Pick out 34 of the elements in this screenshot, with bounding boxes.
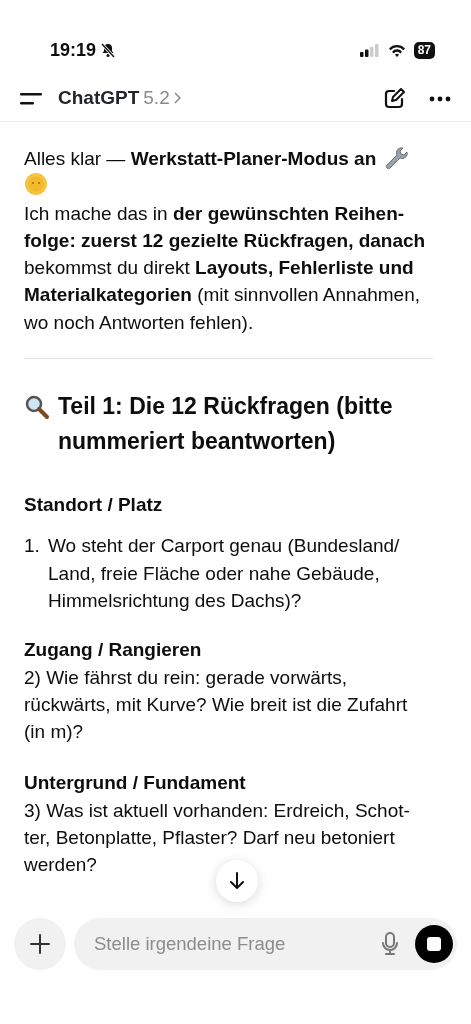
stop-button[interactable] <box>415 925 453 963</box>
subheading: Standort / Platz <box>24 493 164 518</box>
microphone-icon <box>381 932 399 956</box>
composer-field[interactable]: Stelle irgendeine Frage <box>74 918 457 970</box>
chevron-right-icon <box>173 92 181 105</box>
subheading: Zugang / Rangieren <box>24 638 203 663</box>
clock-time: 19:19 <box>50 38 97 62</box>
menu-button[interactable] <box>20 92 42 105</box>
message-text: Alles klar — Werkstatt-Planer-Modus an <box>24 148 377 169</box>
model-selector[interactable]: ChatGPT 5.2 <box>58 84 181 113</box>
signal-icon <box>359 43 380 57</box>
new-chat-button[interactable] <box>383 87 405 110</box>
battery-level: 87 <box>413 41 435 59</box>
scroll-down-button[interactable] <box>216 860 258 902</box>
question-text: 2) Wie fährst du rein: gerade vorwärts, rückwärts, mit Kurve? Wie breit ist die Zufahrt (in m)? <box>24 665 409 745</box>
add-button[interactable] <box>14 918 66 970</box>
sun-face-icon <box>24 172 48 197</box>
plus-icon <box>30 934 50 954</box>
arrow-down-icon <box>229 872 245 890</box>
stop-icon <box>427 937 441 951</box>
wifi-icon <box>387 43 406 57</box>
list-number: 1. <box>24 534 41 559</box>
more-icon <box>429 95 451 102</box>
section-heading: Teil 1: Die 12 Rückfragen (bitte nummeriert beantworten) <box>58 392 394 457</box>
magnifier-icon <box>24 394 50 421</box>
subheading: Untergrund / Fundament <box>24 771 247 796</box>
muted-bell-icon <box>100 42 117 58</box>
question-text: 3) Was ist aktuell vorhanden: Erdreich, Schot-ter, Betonplatte, Pflaster? Darf neu betoniert werden? <box>24 798 411 878</box>
message-input[interactable]: Stelle irgendeine Frage <box>92 929 381 959</box>
question-text: Wo steht der Carport genau (Bundesland/ Land, freie Fläche oder nahe Gebäude, Himmelsrichtung des Dachs)? <box>48 534 401 613</box>
menu-icon <box>20 92 42 105</box>
edit-icon <box>383 87 405 110</box>
message-text: Ich mache das in der gewünschten Reihen-folge: zuerst 12 gezielte Rückfragen, danach bekommst du direkt Layouts, Fehlerliste und Materialkategorien (mit sinnvollen Annahmen, wo noch Antworten fehlen). <box>24 201 427 335</box>
more-options-button[interactable] <box>429 95 451 102</box>
